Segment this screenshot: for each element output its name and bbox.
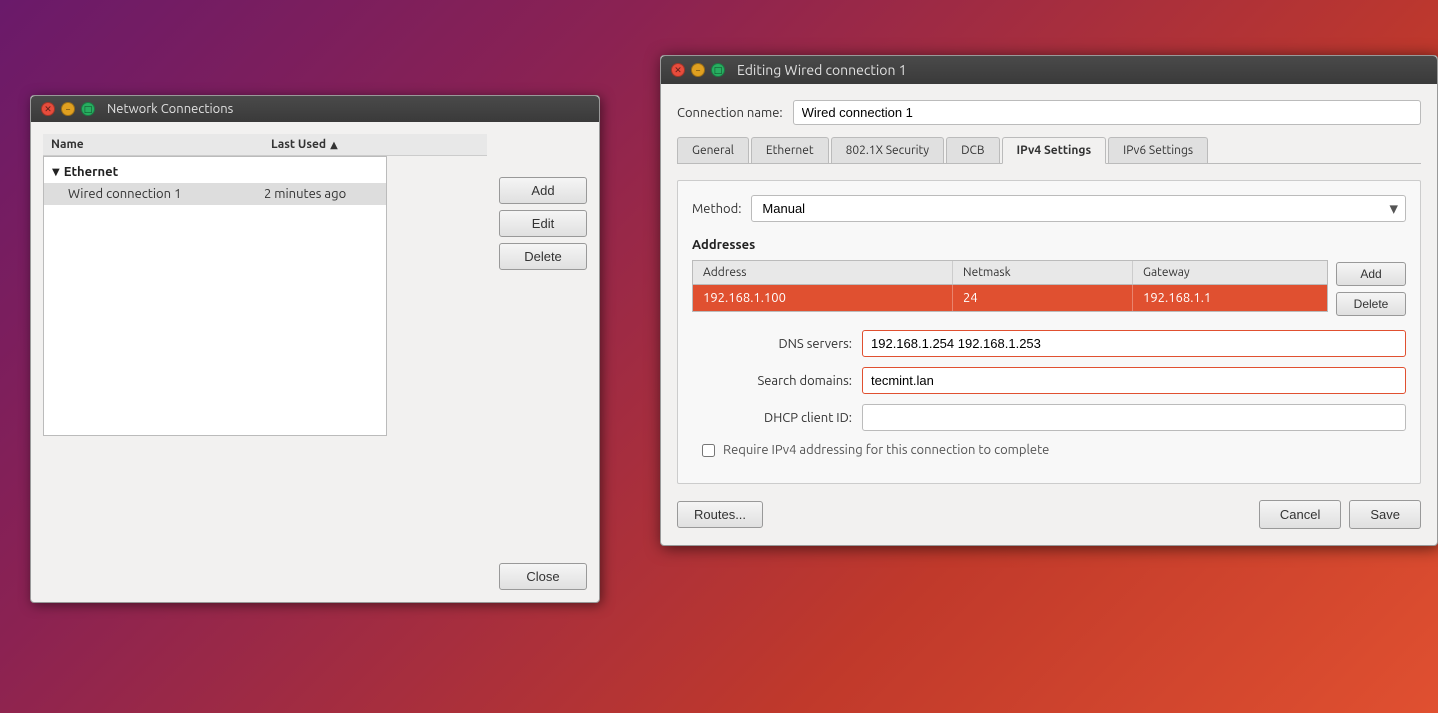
edit-connection-window: ✕ − □ Editing Wired connection 1 Connect… (660, 55, 1438, 546)
net-connections-list: ▼ Ethernet Wired connection 1 2 minutes … (43, 156, 387, 436)
delete-address-button[interactable]: Delete (1336, 292, 1406, 316)
dns-input[interactable] (862, 330, 1406, 357)
add-address-button[interactable]: Add (1336, 262, 1406, 286)
add-connection-button[interactable]: Add (499, 177, 587, 204)
routes-button[interactable]: Routes... (677, 501, 763, 528)
maximize-btn-edit[interactable]: □ (711, 63, 725, 77)
dhcp-input[interactable] (862, 404, 1406, 431)
addr-col-gateway: Gateway (1133, 261, 1327, 284)
addresses-section: Addresses Address Netmask Gateway 192.16… (692, 238, 1406, 316)
tab-8021x[interactable]: 802.1X Security (831, 137, 945, 163)
addr-col-netmask: Netmask (953, 261, 1133, 284)
tab-ethernet[interactable]: Ethernet (751, 137, 829, 163)
dhcp-label: DHCP client ID: (692, 411, 852, 425)
net-conn-titlebar: ✕ − □ Network Connections (31, 96, 599, 122)
addresses-title: Addresses (692, 238, 1406, 252)
search-domains-input[interactable] (862, 367, 1406, 394)
sort-arrow-icon: ▲ (330, 139, 338, 151)
connection-name: Wired connection 1 (68, 187, 264, 201)
method-row: Method: Automatic (DHCP) Manual Link-Loc… (692, 195, 1406, 222)
addr-cell-gateway: 192.168.1.1 (1133, 285, 1327, 311)
addresses-table: Address Netmask Gateway 192.168.1.100 24… (692, 260, 1328, 312)
addr-action-buttons: Add Delete (1336, 260, 1406, 316)
delete-connection-button[interactable]: Delete (499, 243, 587, 270)
addr-cell-netmask: 24 (953, 285, 1133, 311)
connection-name-input[interactable] (793, 100, 1421, 125)
ethernet-arrow-icon: ▼ (52, 166, 60, 178)
minimize-btn-netconn[interactable]: − (61, 102, 75, 116)
save-cancel-buttons: Cancel Save (1259, 500, 1421, 529)
require-ipv4-checkbox[interactable] (702, 444, 715, 457)
method-label: Method: (692, 202, 741, 216)
connection-name-row: Connection name: (677, 100, 1421, 125)
conn-name-label: Connection name: (677, 106, 783, 120)
addr-table-header: Address Netmask Gateway (693, 261, 1327, 285)
save-button[interactable]: Save (1349, 500, 1421, 529)
edit-connection-button[interactable]: Edit (499, 210, 587, 237)
col-name-header: Name (51, 138, 271, 151)
network-connections-window: ✕ − □ Network Connections Name Last Used… (30, 95, 600, 603)
col-lastused-header[interactable]: Last Used ▲ (271, 138, 479, 151)
edit-titlebar: ✕ − □ Editing Wired connection 1 (661, 56, 1437, 84)
search-domains-label: Search domains: (692, 374, 852, 388)
net-table-header: Name Last Used ▲ (43, 134, 487, 156)
settings-tabs: General Ethernet 802.1X Security DCB IPv… (677, 137, 1421, 164)
minimize-btn-edit[interactable]: − (691, 63, 705, 77)
ethernet-group: ▼ Ethernet (44, 161, 386, 183)
connection-lastused: 2 minutes ago (264, 187, 378, 201)
close-btn-netconn[interactable]: ✕ (41, 102, 55, 116)
tab-dcb[interactable]: DCB (946, 137, 999, 163)
ethernet-group-label: Ethernet (64, 165, 118, 179)
addresses-table-wrapper: Address Netmask Gateway 192.168.1.100 24… (692, 260, 1406, 316)
search-domains-row: Search domains: (692, 367, 1406, 394)
dhcp-row: DHCP client ID: (692, 404, 1406, 431)
cancel-button[interactable]: Cancel (1259, 500, 1341, 529)
dns-label: DNS servers: (692, 337, 852, 351)
list-item[interactable]: Wired connection 1 2 minutes ago (44, 183, 386, 205)
tab-ipv6[interactable]: IPv6 Settings (1108, 137, 1208, 163)
addr-col-address: Address (693, 261, 953, 284)
require-ipv4-label: Require IPv4 addressing for this connect… (723, 443, 1049, 457)
require-ipv4-row: Require IPv4 addressing for this connect… (692, 443, 1406, 457)
close-btn-edit[interactable]: ✕ (671, 63, 685, 77)
maximize-btn-netconn[interactable]: □ (81, 102, 95, 116)
address-row[interactable]: 192.168.1.100 24 192.168.1.1 (693, 285, 1327, 311)
bottom-buttons: Routes... Cancel Save (677, 500, 1421, 529)
method-select[interactable]: Automatic (DHCP) Manual Link-Local Only … (751, 195, 1406, 222)
edit-window-title: Editing Wired connection 1 (737, 62, 907, 78)
method-select-wrapper: Automatic (DHCP) Manual Link-Local Only … (751, 195, 1406, 222)
tab-general[interactable]: General (677, 137, 749, 163)
close-netconn-button[interactable]: Close (499, 563, 587, 590)
dns-row: DNS servers: (692, 330, 1406, 357)
addr-cell-address: 192.168.1.100 (693, 285, 953, 311)
net-action-buttons: Add Edit Delete (499, 177, 587, 270)
tab-ipv4[interactable]: IPv4 Settings (1002, 137, 1107, 164)
net-conn-title: Network Connections (107, 102, 233, 116)
